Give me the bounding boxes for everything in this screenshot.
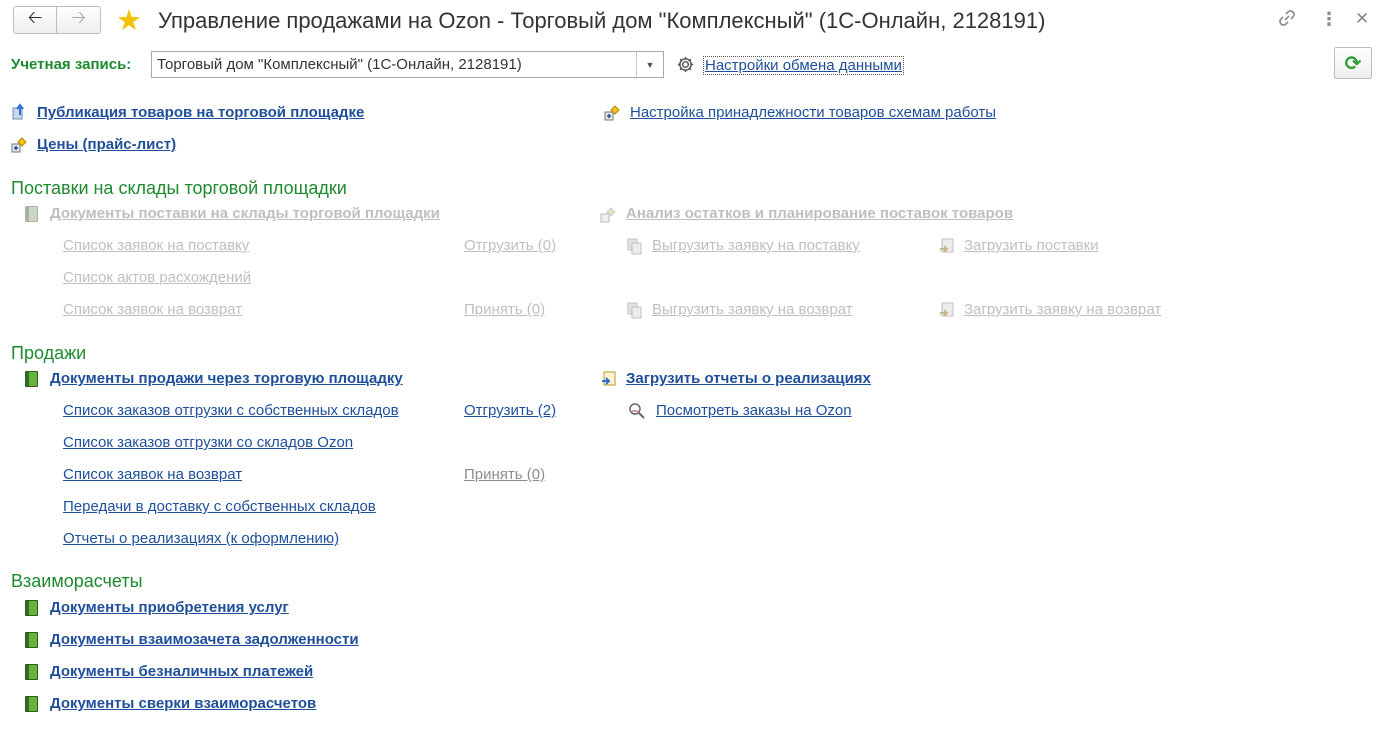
supply-accept-link[interactable]: Принять (0) [464, 301, 545, 318]
account-select-value: Торговый дом "Комплексный" (1С-Онлайн, 2… [157, 56, 522, 73]
reconciliation-docs-link[interactable]: Документы сверки взаиморасчетов [50, 695, 316, 712]
services-docs-link[interactable]: Документы приобретения услуг [50, 599, 289, 616]
supply-ship-link[interactable]: Отгрузить (0) [464, 237, 556, 254]
book-icon [25, 696, 38, 712]
arrow-left-icon: 🡠 [27, 7, 43, 27]
exchange-settings-link[interactable]: Настройки обмена данными [703, 56, 904, 75]
orders-own-warehouses-link[interactable]: Список заказов отгрузки с собственных ск… [63, 402, 399, 419]
import-icon [938, 301, 956, 323]
import-reports-link[interactable]: Загрузить отчеты о реализациях [626, 370, 871, 387]
book-icon [25, 664, 38, 680]
supplies-heading: Поставки на склады торговой площадки [11, 178, 347, 198]
back-button[interactable]: 🡠 [13, 6, 57, 34]
sales-docs-link[interactable]: Документы продажи через торговую площадк… [50, 370, 403, 387]
export-return-request-link[interactable]: Выгрузить заявку на возврат [652, 301, 853, 318]
export-supply-request-link[interactable]: Выгрузить заявку на поставку [652, 237, 860, 254]
schemes-link[interactable]: Настройка принадлежности товаров схемам … [630, 104, 996, 121]
import-supplies-link[interactable]: Загрузить поставки [964, 237, 1099, 254]
favorite-star-icon[interactable]: ★ [116, 3, 142, 38]
sales-returns-link[interactable]: Список заявок на возврат [63, 466, 242, 483]
import-icon [938, 237, 956, 259]
prices-icon [11, 136, 29, 158]
book-icon [25, 600, 38, 616]
delivery-transfers-link[interactable]: Передачи в доставку с собственных складо… [63, 498, 376, 515]
gear-icon [676, 55, 695, 78]
sales-reports-link[interactable]: Отчеты о реализациях (к оформлению) [63, 530, 339, 547]
book-icon [25, 371, 38, 387]
offset-docs-link[interactable]: Документы взаимозачета задолженности [50, 631, 359, 648]
refresh-icon: ⟳ [1344, 52, 1362, 75]
publish-icon [11, 103, 29, 125]
import-reports-icon [600, 370, 618, 392]
refresh-button[interactable]: ⟳ [1334, 47, 1372, 79]
payments-docs-link[interactable]: Документы безналичных платежей [50, 663, 313, 680]
discrepancy-acts-link[interactable]: Список актов расхождений [63, 269, 251, 286]
page-title: Управление продажами на Ozon - Торговый … [158, 8, 1046, 33]
schemes-icon [604, 104, 622, 126]
sales-accept-link[interactable]: Принять (0) [464, 466, 545, 483]
view-ozon-orders-link[interactable]: Посмотреть заказы на Ozon [656, 402, 852, 419]
sales-ship-link[interactable]: Отгрузить (2) [464, 402, 556, 419]
supplies-docs-link[interactable]: Документы поставки на склады торговой пл… [50, 205, 440, 222]
supply-requests-link[interactable]: Список заявок на поставку [63, 237, 249, 254]
book-icon [25, 632, 38, 648]
settlements-heading: Взаиморасчеты [11, 571, 143, 591]
search-icon [628, 402, 646, 424]
book-icon [25, 206, 38, 222]
account-label: Учетная запись: [11, 56, 132, 73]
prices-link[interactable]: Цены (прайс-лист) [37, 136, 176, 153]
chevron-down-icon[interactable]: ▼ [636, 52, 663, 77]
export-icon [626, 301, 644, 323]
forward-button[interactable]: 🡢 [57, 6, 101, 34]
account-select[interactable]: Торговый дом "Комплексный" (1С-Онлайн, 2… [151, 51, 664, 78]
close-icon[interactable]: ✕ [1355, 9, 1369, 29]
analysis-link[interactable]: Анализ остатков и планирование поставок … [626, 205, 1013, 222]
arrow-right-icon: 🡢 [71, 7, 86, 27]
orders-ozon-warehouses-link[interactable]: Список заказов отгрузки со складов Ozon [63, 434, 353, 451]
supply-returns-link[interactable]: Список заявок на возврат [63, 301, 242, 318]
publish-link[interactable]: Публикация товаров на торговой площадке [37, 104, 364, 121]
sales-heading: Продажи [11, 343, 87, 363]
link-icon[interactable] [1277, 8, 1297, 33]
more-menu-icon[interactable]: ⋮ [1320, 9, 1338, 30]
analysis-icon [600, 206, 618, 228]
export-icon [626, 237, 644, 259]
import-return-request-link[interactable]: Загрузить заявку на возврат [964, 301, 1161, 318]
